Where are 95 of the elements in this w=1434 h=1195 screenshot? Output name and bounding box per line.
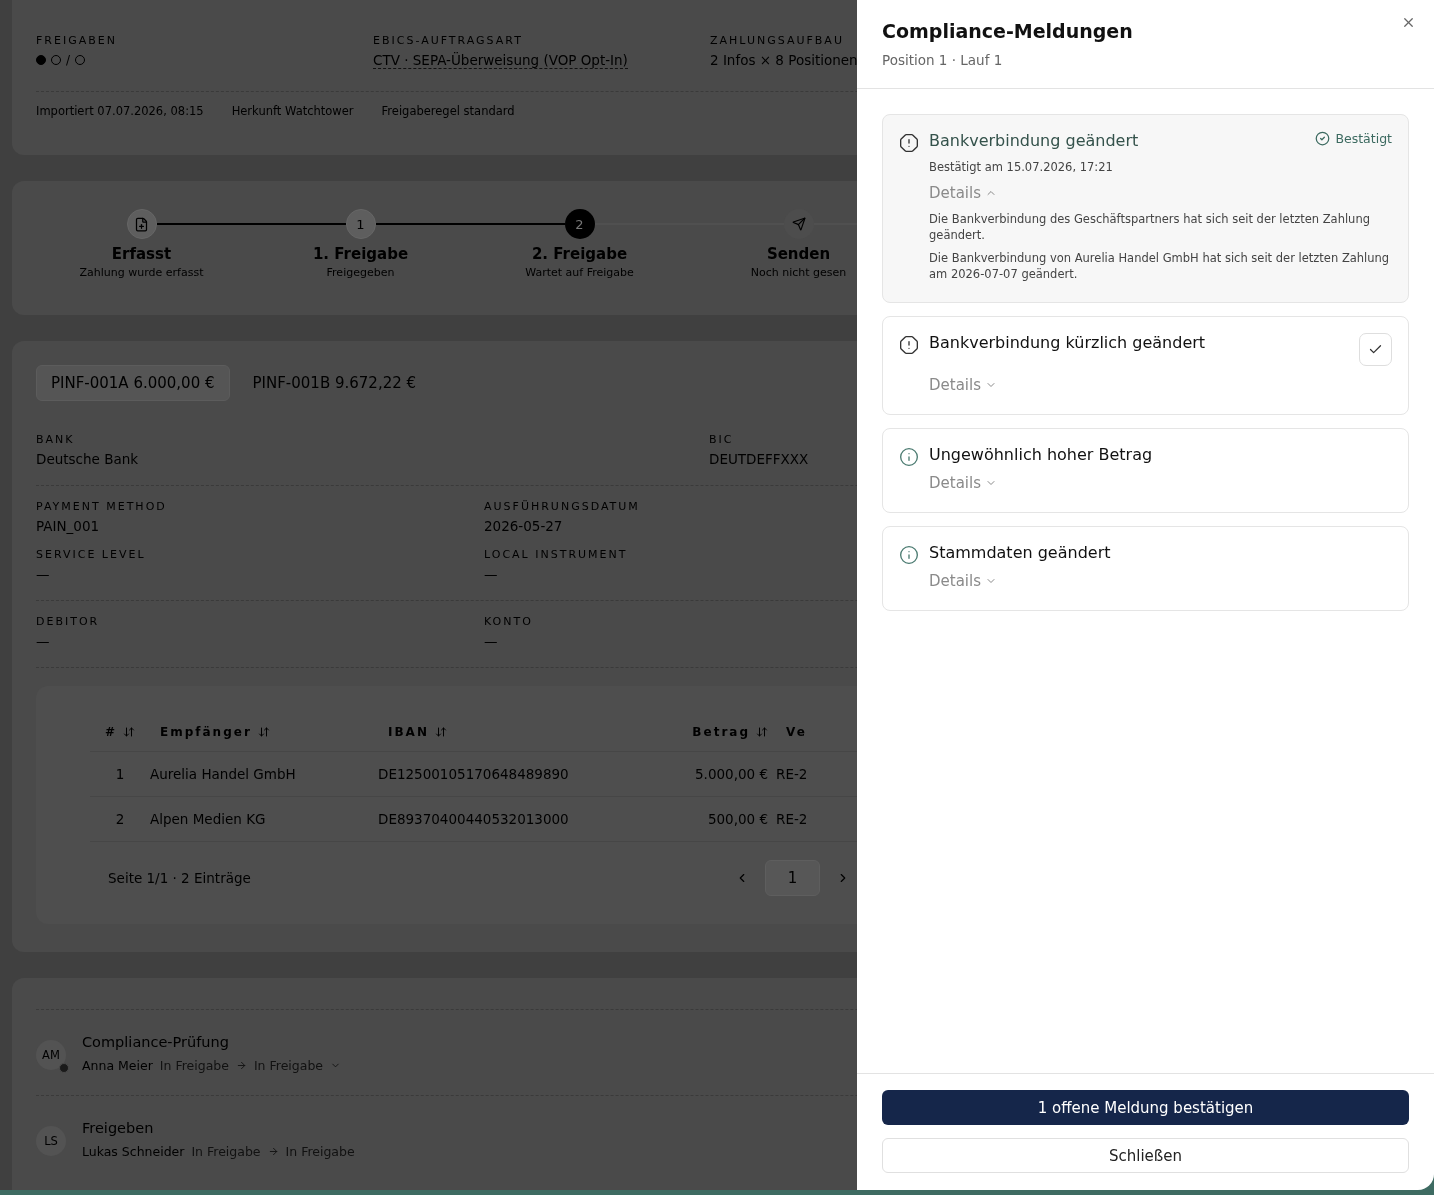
close-button[interactable] <box>1401 15 1416 30</box>
field-label: DEBITOR <box>36 615 100 628</box>
message-title: Stammdaten geändert <box>929 543 1112 563</box>
position-tab[interactable]: PINF-001A 6.000,00 € <box>36 365 230 401</box>
table-cell-text: Aurelia Handel GmbH <box>150 766 297 782</box>
step-subtitle: Noch nicht gesen <box>750 266 847 279</box>
sort-icon <box>756 725 768 738</box>
table-cell-text: 500,00 € <box>706 811 769 827</box>
field-value: PAIN_001 <box>36 518 100 534</box>
column-header[interactable]: Ve <box>776 724 856 739</box>
state-text: In Freigabe <box>285 1144 355 1159</box>
history-title: Compliance-Prüfung <box>82 1034 230 1050</box>
field-label: KONTO <box>484 615 533 628</box>
send-icon <box>791 217 806 231</box>
close-dialog-button[interactable]: Schließen <box>882 1138 1409 1173</box>
step-subtitle: Wartet auf Freigabe <box>525 266 634 279</box>
field-label: AUSFÜHRUNGSDATUM <box>484 500 640 513</box>
field-label: FREIGABEN <box>36 34 117 47</box>
meta-text: Freigaberegel standard <box>381 104 515 118</box>
state-text: In Freigabe <box>159 1058 229 1073</box>
table-cell-text: DE89370400440532013000 <box>378 811 570 827</box>
table-cell-text: DE12500105170648489890 <box>378 766 570 782</box>
drawer-title: Compliance-Meldungen <box>882 20 1134 42</box>
column-header[interactable]: # <box>90 724 150 739</box>
history-title: Freigeben <box>82 1120 155 1136</box>
confirm-all-button[interactable]: 1 offene Meldung bestätigen <box>882 1090 1409 1125</box>
avatar-initials: LS <box>44 1134 58 1148</box>
column-header[interactable]: Empfänger <box>150 724 378 739</box>
field-value: — <box>36 633 50 649</box>
field-link[interactable]: CTV · SEPA-Überweisung (VOP Opt-In) <box>373 52 628 69</box>
column-header[interactable]: IBAN <box>378 724 618 739</box>
info-icon <box>899 545 919 566</box>
meta-text: Herkunft Watchtower <box>231 104 354 118</box>
field-value: DEUTDEFFXXX <box>709 451 809 467</box>
step-subtitle: Zahlung wurde erfasst <box>79 266 204 279</box>
info-icon <box>899 447 919 468</box>
step-number: 1 <box>356 216 365 232</box>
file-plus-icon <box>134 216 149 232</box>
field-label: SERVICE LEVEL <box>36 548 146 561</box>
sort-icon <box>434 725 447 738</box>
field-label: BIC <box>709 433 734 446</box>
details-toggle[interactable]: Details <box>929 474 997 493</box>
message-title: Ungewöhnlich hoher Betrag <box>929 445 1154 465</box>
field-label: PAYMENT METHOD <box>36 500 167 513</box>
arrow-icon <box>267 1146 279 1157</box>
step-title: 2. Freigabe <box>531 245 628 263</box>
message-title: Bankverbindung geändert <box>929 131 1140 150</box>
table-cell-text: RE-2 <box>776 766 809 782</box>
check-circle-icon <box>1315 131 1331 146</box>
avatar-initials: AM <box>42 1048 60 1062</box>
step-title: Erfasst <box>111 245 172 263</box>
field-value: 2026-05-27 <box>484 518 563 534</box>
field-label: ZAHLUNGSAUFBAU <box>710 34 844 47</box>
field-value: — <box>484 633 498 649</box>
table-cell-text: Alpen Medien KG <box>150 811 267 827</box>
step-number: 2 <box>575 216 584 232</box>
table-cell-text: RE-2 <box>776 811 809 827</box>
sort-icon <box>123 725 136 738</box>
field-label: LOCAL INSTRUMENT <box>484 548 628 561</box>
detail-text: Die Bankverbindung des Geschäftspartners hat sich seit der letzten Zahlung geändert. <box>929 212 1371 244</box>
table-cell-text: 5.000,00 € <box>694 766 769 782</box>
close-icon <box>1401 15 1416 30</box>
page-button[interactable]: 1 <box>765 860 820 896</box>
separator-text: / <box>66 53 71 67</box>
details-toggle[interactable]: Details <box>929 572 997 591</box>
detail-text: Die Bankverbindung von Aurelia Handel GmbH hat sich seit der letzten Zahlung am 2026-07-07 geändert. <box>929 251 1391 283</box>
step-subtitle: Freigegeben <box>326 266 395 279</box>
drawer-subtitle: Position 1 · Lauf 1 <box>882 52 1004 68</box>
field-label: BANK <box>36 433 75 446</box>
alert-icon <box>899 335 919 356</box>
step-title: Senden <box>766 245 831 263</box>
details-toggle[interactable]: Details <box>929 184 997 202</box>
confirmed-label: Bestätigt <box>1335 131 1392 146</box>
field-label: EBICS-AUFTRAGSART <box>373 34 523 47</box>
alert-icon <box>899 133 919 153</box>
field-value: Deutsche Bank <box>36 451 139 467</box>
message-title: Bankverbindung kürzlich geändert <box>929 333 1207 353</box>
field-value: 2 Infos × 8 Positionen <box>710 52 857 69</box>
pagination-info: Seite 1/1 · 2 Einträge <box>108 870 252 886</box>
field-value: — <box>484 566 498 582</box>
details-toggle[interactable]: Details <box>929 376 997 395</box>
position-tab[interactable]: PINF-001B 9.672,22 € <box>237 365 432 401</box>
user-name: Lukas Schneider <box>82 1144 185 1159</box>
table-cell-text: 2 <box>114 811 126 827</box>
confirm-button[interactable] <box>1359 333 1392 367</box>
meta-text: Importiert 07.07.2026, 08:15 <box>36 104 204 118</box>
state-text: In Freigabe <box>253 1058 324 1073</box>
table-cell-text: 1 <box>114 766 126 782</box>
arrow-icon <box>235 1060 247 1071</box>
user-name: Anna Meier <box>82 1058 153 1073</box>
step-title: 1. Freigabe <box>312 245 409 263</box>
confirmed-date: Bestätigt am 15.07.2026, 17:21 <box>929 160 1114 174</box>
sort-icon <box>257 725 270 738</box>
column-header[interactable]: Betrag <box>618 724 776 739</box>
field-value: — <box>36 566 50 582</box>
